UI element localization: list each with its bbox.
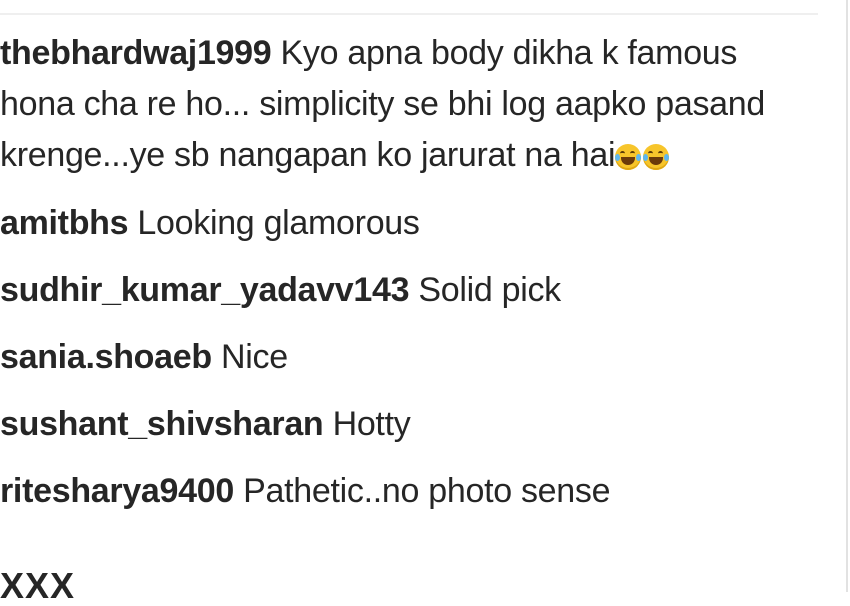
partial-next-comment: XXX [0, 565, 76, 606]
comment-text: Hotty [332, 405, 411, 443]
comment-text: Looking glamorous [137, 204, 420, 242]
comment-list: thebhardwaj1999 Kyo apna body dikha k fa… [0, 28, 800, 533]
comment-text: Solid pick [418, 271, 561, 309]
right-panel-border [846, 0, 848, 592]
face-with-tears-of-joy-icon [643, 144, 670, 170]
comment-item: sudhir_kumar_yadavv143 Solid pick [0, 265, 800, 316]
comment-item: ritesharya9400 Pathetic..no photo sense [0, 466, 800, 517]
comment-username[interactable]: ritesharya9400 [0, 472, 234, 510]
comment-item: sushant_shivsharan Hotty [0, 399, 800, 450]
face-with-tears-of-joy-icon [615, 144, 642, 170]
comment-username[interactable]: sudhir_kumar_yadavv143 [0, 271, 410, 309]
comment-item: amitbhs Looking glamorous [0, 198, 800, 249]
top-divider [0, 13, 818, 15]
comment-item: sania.shoaeb Nice [0, 332, 800, 383]
comment-username[interactable]: sania.shoaeb [0, 338, 212, 376]
comment-username[interactable]: sushant_shivsharan [0, 405, 324, 443]
comment-item: thebhardwaj1999 Kyo apna body dikha k fa… [0, 28, 800, 181]
comment-text: Nice [220, 338, 288, 376]
comment-username[interactable]: amitbhs [0, 204, 129, 242]
comment-text: Pathetic..no photo sense [243, 472, 611, 510]
comment-username[interactable]: thebhardwaj1999 [0, 34, 272, 72]
